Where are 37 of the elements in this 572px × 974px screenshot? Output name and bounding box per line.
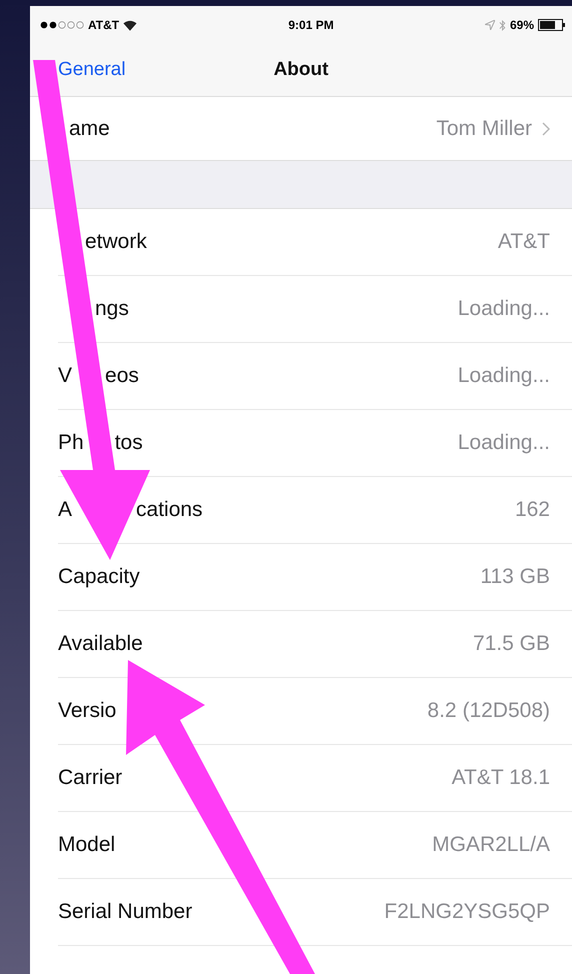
battery-percent: 69% bbox=[510, 18, 534, 32]
row-label: Available bbox=[58, 632, 143, 656]
row-label: Capacity bbox=[58, 565, 140, 589]
row-value: Loading... bbox=[458, 364, 550, 388]
row-label: Ph bbox=[58, 431, 84, 455]
row-label: V bbox=[58, 364, 72, 388]
row-value: 113 GB bbox=[480, 565, 550, 589]
row-label: etwork bbox=[85, 230, 147, 254]
row-value: 162 bbox=[514, 498, 550, 522]
row-label: ame bbox=[69, 116, 110, 140]
row-label: cations bbox=[136, 498, 203, 522]
row-value: Tom Miller bbox=[436, 116, 532, 140]
page-title: About bbox=[274, 59, 328, 81]
row-value: F2LNG2YSG5QP bbox=[384, 900, 550, 924]
bluetooth-icon bbox=[498, 18, 506, 32]
row-value: Loading... bbox=[458, 297, 550, 321]
row-label: A bbox=[58, 498, 72, 522]
battery-icon bbox=[538, 19, 566, 31]
row-label: ngs bbox=[95, 297, 129, 321]
chevron-icon bbox=[542, 122, 550, 136]
carrier-name: AT&T bbox=[88, 18, 120, 32]
status-time: 9:01 PM bbox=[288, 18, 334, 32]
row-label: Serial Number bbox=[58, 900, 192, 924]
row-value: AT&T 18.1 bbox=[452, 766, 550, 790]
row-label: Versio bbox=[58, 699, 116, 723]
row-value: MGAR2LL/A bbox=[432, 833, 550, 857]
row-value: AT&T bbox=[498, 230, 550, 254]
row-value: Loading... bbox=[458, 431, 550, 455]
row-value: 8.2 (12D508) bbox=[427, 699, 550, 723]
row-label: Carrier bbox=[58, 766, 122, 790]
wifi-icon bbox=[123, 20, 138, 30]
row-label: eos bbox=[105, 364, 139, 388]
location-arrow-icon bbox=[484, 20, 495, 30]
row-label: Model bbox=[58, 833, 116, 857]
signal-icon bbox=[40, 21, 84, 29]
row-label: tos bbox=[114, 431, 143, 455]
row-value: 71.5 GB bbox=[472, 632, 550, 656]
